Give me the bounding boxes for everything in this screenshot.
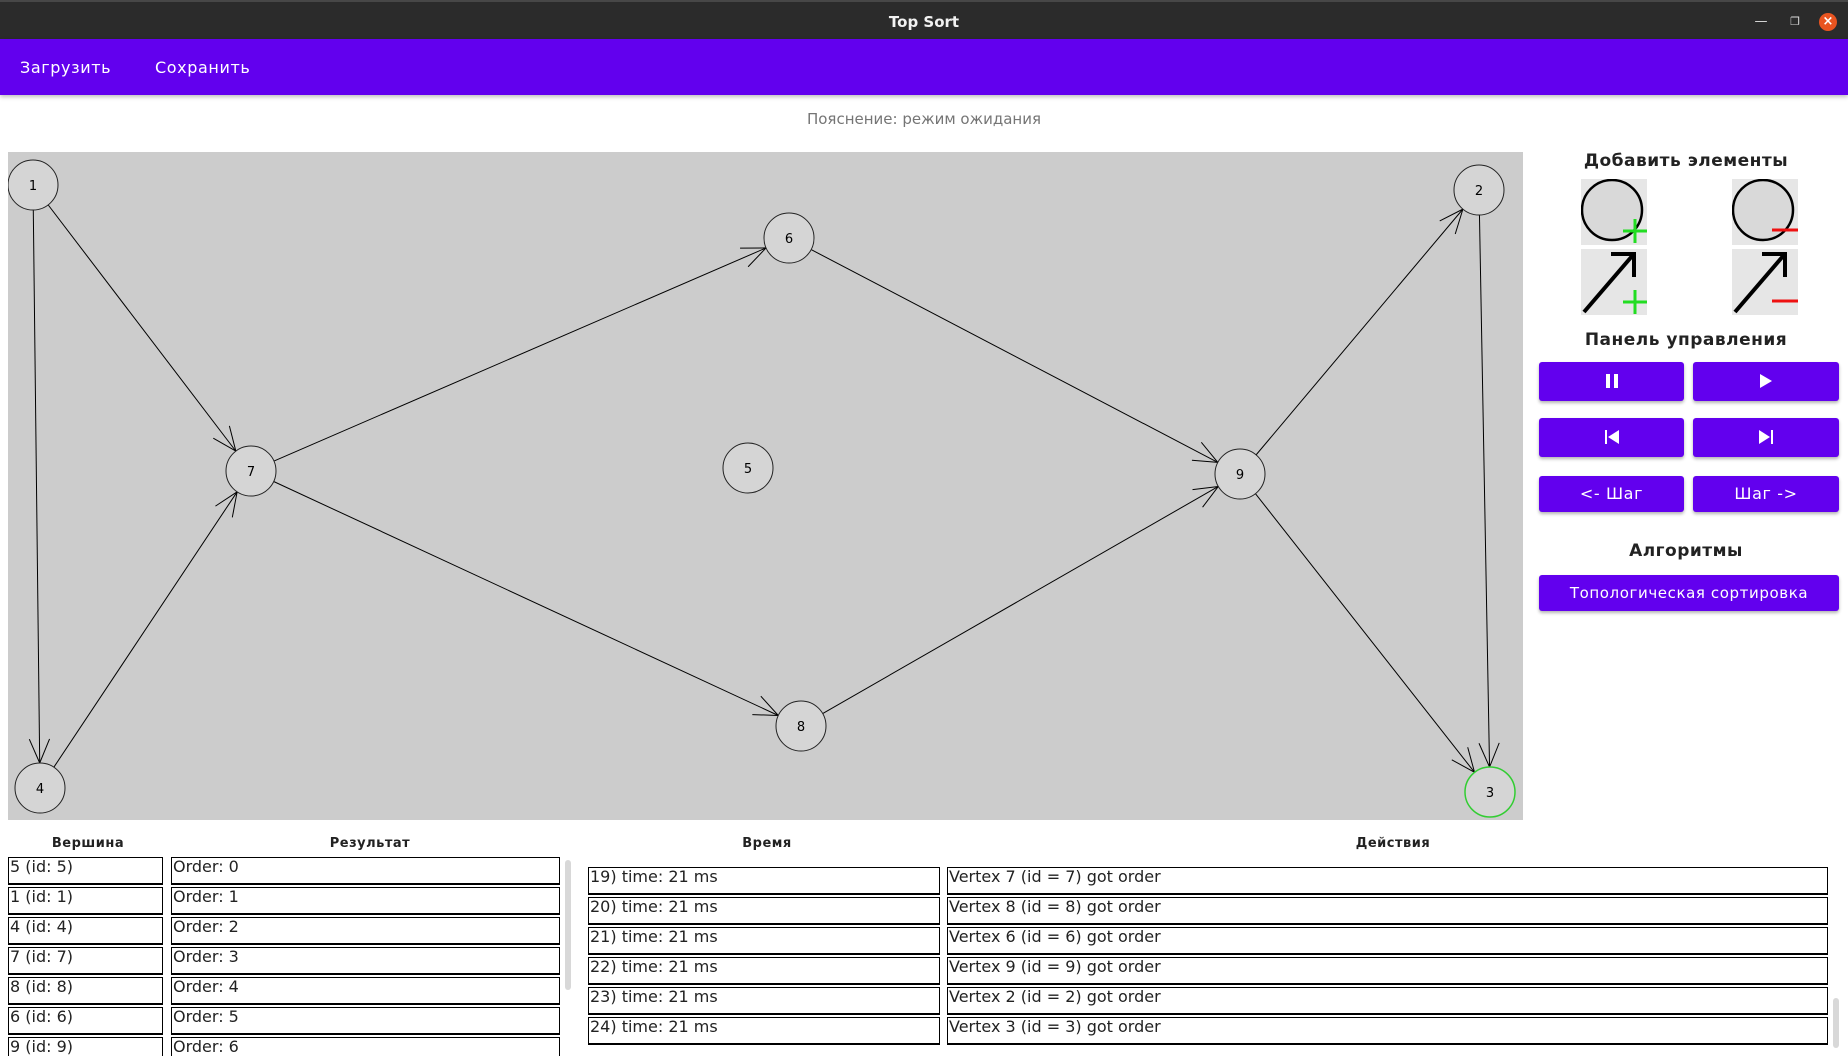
graph-edge[interactable] xyxy=(53,491,238,768)
result-row[interactable]: Order: 2 xyxy=(171,917,560,945)
graph-edge[interactable] xyxy=(273,481,779,716)
step-forward-button[interactable]: Шаг -> xyxy=(1693,476,1839,512)
graph-vertex[interactable]: 7 xyxy=(225,445,277,497)
vertex-row[interactable]: 1 (id: 1) xyxy=(8,887,163,915)
graph-edge[interactable] xyxy=(28,209,51,764)
vertex-label: 6 xyxy=(785,232,793,247)
actions-column-header: Действия xyxy=(1355,836,1431,851)
graph-svg: 1 2 3 4 5 6 7 8 9 xyxy=(8,159,1516,818)
action-row[interactable]: Vertex 3 (id = 3) got order xyxy=(947,1017,1828,1045)
pause-icon xyxy=(1605,374,1618,388)
result-column-header: Результат xyxy=(329,836,411,851)
result-row[interactable]: Order: 4 xyxy=(171,977,560,1005)
graph-edge[interactable] xyxy=(822,485,1219,714)
result-list[interactable]: Order: 0 Order: 1 Order: 2 Order: 3 Order: 4… xyxy=(171,857,560,1056)
time-row[interactable]: 24) time: 21 ms xyxy=(588,1017,940,1045)
action-row[interactable]: Vertex 7 (id = 7) got order xyxy=(947,867,1828,895)
action-row[interactable]: Vertex 2 (id = 2) got order xyxy=(947,987,1828,1015)
vertex-label: 8 xyxy=(797,720,805,735)
result-row[interactable]: Order: 0 xyxy=(171,857,560,885)
time-row[interactable]: 23) time: 21 ms xyxy=(588,987,940,1015)
graph-edge[interactable] xyxy=(810,249,1219,463)
title-bar: Top Sort — ❐ × xyxy=(0,0,1848,39)
vertex-row[interactable]: 4 (id: 4) xyxy=(8,917,163,945)
vertex-label: 2 xyxy=(1475,184,1483,199)
play-button[interactable] xyxy=(1693,362,1839,401)
vertex-list[interactable]: 5 (id: 5) 1 (id: 1) 4 (id: 4) 7 (id: 7) 8 (i… xyxy=(8,857,163,1056)
result-row[interactable]: Order: 3 xyxy=(171,947,560,975)
remove-edge-icon xyxy=(1733,252,1798,314)
vertex-label: 4 xyxy=(36,782,44,797)
vertex-row[interactable]: 6 (id: 6) xyxy=(8,1007,163,1035)
time-column-header: Время xyxy=(742,836,792,851)
skip-to-end-button[interactable] xyxy=(1693,418,1839,457)
skip-next-icon xyxy=(1759,430,1773,444)
action-list[interactable]: Vertex 7 (id = 7) got order Vertex 8 (id … xyxy=(947,857,1828,1056)
control-panel-title: Панель управления xyxy=(1584,330,1788,350)
vertex-row[interactable]: 5 (id: 5) xyxy=(8,857,163,885)
graph-vertex[interactable]: 5 xyxy=(722,442,774,494)
vertex-label: 1 xyxy=(29,179,37,194)
time-list[interactable]: 19) time: 21 ms 20) time: 21 ms 21) time: … xyxy=(588,857,940,1056)
time-row[interactable]: 19) time: 21 ms xyxy=(588,867,940,895)
vertex-row[interactable]: 9 (id: 9) xyxy=(8,1037,163,1056)
graph-edge[interactable] xyxy=(1255,208,1464,456)
minimize-icon[interactable]: — xyxy=(1752,13,1770,31)
add-edge-button[interactable] xyxy=(1581,249,1647,315)
vertex-label: 9 xyxy=(1236,468,1244,483)
time-row[interactable]: 20) time: 21 ms xyxy=(588,897,940,925)
maximize-icon[interactable]: ❐ xyxy=(1786,13,1804,31)
graph-edge[interactable] xyxy=(1478,214,1500,768)
graph-edge[interactable] xyxy=(273,247,767,462)
menu-bar: Загрузить Сохранить xyxy=(0,39,1848,95)
window-title: Top Sort xyxy=(888,13,960,31)
play-icon xyxy=(1760,374,1772,388)
vertex-label: 5 xyxy=(744,462,752,477)
graph-vertex[interactable]: 8 xyxy=(775,700,827,752)
graph-vertex[interactable]: 1 xyxy=(8,159,59,211)
skip-to-start-button[interactable] xyxy=(1539,418,1684,457)
graph-vertex[interactable]: 4 xyxy=(14,762,66,814)
vertex-label: 3 xyxy=(1486,786,1494,801)
vertex-label: 7 xyxy=(247,465,255,480)
time-row[interactable]: 21) time: 21 ms xyxy=(588,927,940,955)
hint-text: Пояснение: режим ожидания xyxy=(806,110,1042,128)
action-row[interactable]: Vertex 8 (id = 8) got order xyxy=(947,897,1828,925)
add-edge-icon xyxy=(1582,252,1647,314)
action-row[interactable]: Vertex 6 (id = 6) got order xyxy=(947,927,1828,955)
graph-edge[interactable] xyxy=(47,204,237,452)
graph-canvas[interactable]: 1 2 3 4 5 6 7 8 9 xyxy=(8,152,1523,820)
graph-vertex[interactable]: 9 xyxy=(1214,448,1266,500)
topological-sort-button[interactable]: Топологическая сортировка xyxy=(1539,575,1839,611)
pause-button[interactable] xyxy=(1539,362,1684,401)
app-window: Top Sort — ❐ × Загрузить Сохранить Поясн… xyxy=(0,0,1848,1056)
remove-edge-button[interactable] xyxy=(1732,249,1798,315)
vertex-row[interactable]: 7 (id: 7) xyxy=(8,947,163,975)
close-icon[interactable]: × xyxy=(1819,13,1837,31)
vertex-row[interactable]: 8 (id: 8) xyxy=(8,977,163,1005)
load-menu-item[interactable]: Загрузить xyxy=(20,58,111,77)
results-scrollbar[interactable] xyxy=(565,860,571,990)
skip-previous-icon xyxy=(1604,430,1619,444)
remove-vertex-icon xyxy=(1731,178,1798,242)
add-elements-title: Добавить элементы xyxy=(1583,151,1789,171)
remove-vertex-button[interactable] xyxy=(1731,178,1798,245)
time-row[interactable]: 22) time: 21 ms xyxy=(588,957,940,985)
action-row[interactable]: Vertex 9 (id = 9) got order xyxy=(947,957,1828,985)
result-row[interactable]: Order: 1 xyxy=(171,887,560,915)
graph-edge[interactable] xyxy=(1255,493,1476,773)
add-vertex-icon xyxy=(1580,178,1647,243)
step-back-button[interactable]: <- Шаг xyxy=(1539,476,1684,512)
log-scrollbar[interactable] xyxy=(1833,998,1839,1048)
graph-vertex[interactable]: 3 xyxy=(1464,766,1516,818)
result-row[interactable]: Order: 6 xyxy=(171,1037,560,1056)
graph-vertex[interactable]: 2 xyxy=(1453,164,1505,216)
algorithms-title: Алгоритмы xyxy=(1629,541,1743,561)
save-menu-item[interactable]: Сохранить xyxy=(155,58,250,77)
result-row[interactable]: Order: 5 xyxy=(171,1007,560,1035)
add-vertex-button[interactable] xyxy=(1580,178,1647,245)
vertex-column-header: Вершина xyxy=(51,836,125,851)
graph-vertex[interactable]: 6 xyxy=(763,212,815,264)
